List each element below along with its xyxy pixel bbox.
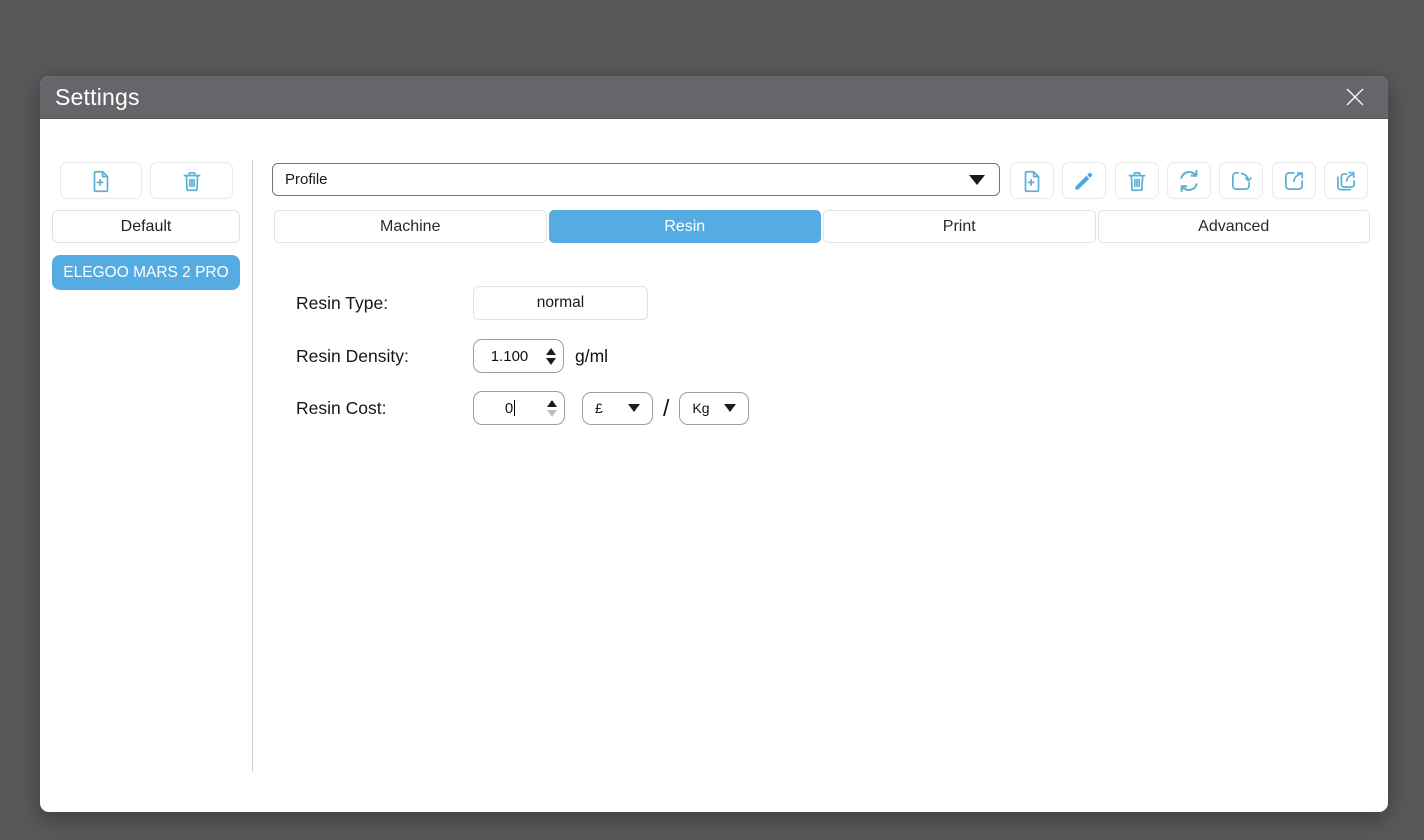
per-separator: / [663,394,670,421]
refresh-icon [1180,169,1198,192]
resin-density-label: Resin Density: [296,345,409,366]
currency-dropdown[interactable]: £ [582,391,653,425]
weight-unit-dropdown[interactable]: Kg [679,391,750,425]
chevron-down-icon [969,174,985,185]
stepper-down-icon[interactable] [547,409,557,417]
file-plus-icon [1024,170,1040,192]
file-plus-icon [93,170,109,192]
export-icon [1284,171,1303,190]
text-cursor [514,399,516,416]
resin-density-input[interactable]: 1.100 [473,339,564,373]
tab-resin[interactable]: Resin [548,210,821,243]
close-button[interactable] [1340,82,1370,112]
resin-density-row: Resin Density: 1.100 g/ml [296,339,608,373]
rename-profile-button[interactable] [1062,162,1107,199]
resin-density-stepper[interactable] [539,340,563,372]
chevron-down-icon [724,404,737,412]
resin-cost-value[interactable]: 0 [474,399,540,417]
dialog-title: Settings [55,83,140,110]
profile-dropdown[interactable]: Profile [272,163,1000,196]
tab-print[interactable]: Print [823,210,1096,243]
titlebar: Settings [40,76,1388,119]
sidebar-divider [252,160,253,772]
sidebar-profile-default[interactable]: Default [52,210,240,243]
resin-density-value[interactable]: 1.100 [474,348,539,365]
stepper-up-icon[interactable] [546,347,556,355]
settings-tabs: Machine Resin Print Advanced [274,210,1370,243]
weight-unit-value: Kg [692,400,710,416]
stepper-down-icon[interactable] [546,357,556,365]
import-profile-button[interactable] [1219,162,1264,199]
resin-cost-label: Resin Cost: [296,397,387,418]
tab-advanced[interactable]: Advanced [1097,210,1370,243]
export-all-icon [1336,171,1355,191]
resin-type-select[interactable]: normal [473,286,648,320]
currency-value: £ [595,400,603,416]
resin-density-unit: g/ml [575,345,609,366]
settings-dialog: Settings Default ELEGOO MARS 2 PRO Profi… [40,76,1388,812]
chevron-down-icon [628,404,640,412]
trash-icon [183,171,200,191]
add-printer-profile-button[interactable] [60,162,142,199]
pencil-icon [1075,172,1093,190]
sidebar-profile-elegoo-mars-2-pro[interactable]: ELEGOO MARS 2 PRO [52,255,240,290]
import-icon [1232,171,1253,190]
export-all-profiles-button[interactable] [1323,162,1368,199]
resin-cost-stepper[interactable] [540,392,564,424]
add-resin-profile-button[interactable] [1010,162,1054,199]
stepper-up-icon[interactable] [547,399,557,407]
resin-type-label: Resin Type: [296,292,389,313]
resin-cost-row: Resin Cost: 0 £ / Kg [296,391,750,425]
close-icon [1346,88,1364,106]
resin-type-row: Resin Type: normal [296,286,648,320]
restore-defaults-button[interactable] [1166,162,1211,199]
resin-cost-input[interactable]: 0 [473,391,565,425]
delete-printer-profile-button[interactable] [150,162,233,199]
profile-toolbar [1010,162,1368,199]
profile-dropdown-value: Profile [285,171,328,188]
tab-machine[interactable]: Machine [274,210,547,243]
delete-profile-button[interactable] [1114,162,1159,199]
export-profile-button[interactable] [1271,162,1316,199]
trash-icon [1128,171,1146,191]
